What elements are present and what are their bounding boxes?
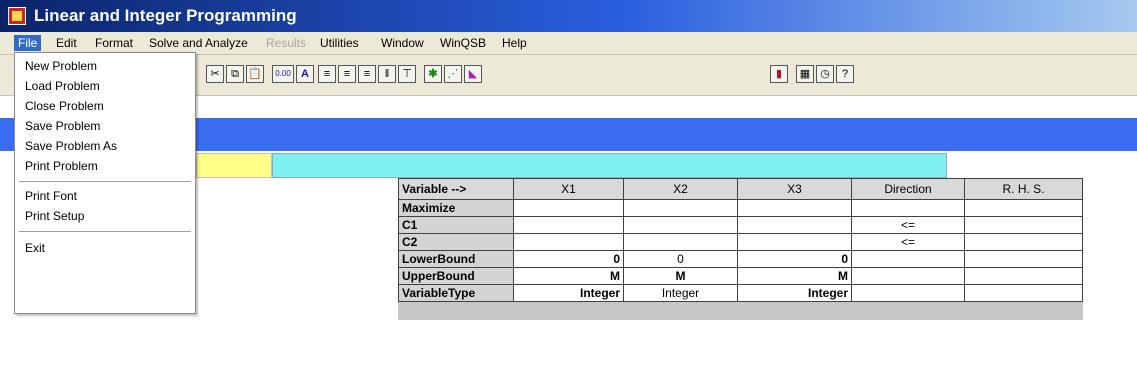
grid-cell[interactable]: Integer [623, 284, 738, 302]
grid-cell[interactable]: M [623, 267, 738, 285]
title-bar: Linear and Integer Programming [0, 0, 1137, 32]
grid-filler [398, 301, 1083, 320]
column-header-direction[interactable]: Direction [851, 178, 965, 200]
row-label-variabletype: VariableType [398, 284, 514, 302]
column-header-x3[interactable]: X3 [737, 178, 852, 200]
align-center-icon[interactable]: ≡ [338, 65, 356, 83]
menu-item-print-problem[interactable]: Print Problem [25, 157, 98, 175]
file-menu-dropdown: New Problem Load Problem Close Problem S… [14, 52, 196, 314]
menu-results[interactable]: Results [262, 35, 310, 51]
menu-item-save-problem-as[interactable]: Save Problem As [25, 137, 117, 155]
grid-filler-row [398, 301, 1083, 320]
table-row: UpperBound M M M [398, 267, 1083, 285]
grid-cell[interactable]: <= [851, 216, 965, 234]
grid-cell[interactable] [623, 216, 738, 234]
variable-header: Variable --> [398, 178, 514, 200]
grid-cell[interactable] [737, 216, 852, 234]
grid-cell[interactable] [964, 267, 1083, 285]
grid-cell[interactable] [851, 284, 965, 302]
calculator-icon[interactable]: ▦ [796, 65, 814, 83]
grid-cell[interactable]: Integer [513, 284, 624, 302]
menu-edit[interactable]: Edit [52, 35, 81, 51]
menu-item-close-problem[interactable]: Close Problem [25, 97, 104, 115]
grid-cell[interactable] [513, 216, 624, 234]
chart-icon[interactable]: ◣ [464, 65, 482, 83]
menu-separator [19, 181, 191, 182]
grid-cell[interactable] [737, 199, 852, 217]
grid-cell[interactable] [964, 199, 1083, 217]
grid-cell[interactable] [513, 199, 624, 217]
menu-winqsb[interactable]: WinQSB [436, 35, 490, 51]
grid-cell[interactable] [964, 250, 1083, 268]
menu-solve-and-analyze[interactable]: Solve and Analyze [145, 35, 252, 51]
grid-cell[interactable] [513, 233, 624, 251]
graph-icon[interactable]: ⋰ [444, 65, 462, 83]
grid-cell[interactable] [851, 199, 965, 217]
column-width-icon[interactable]: ‖ [378, 65, 396, 83]
solve-icon[interactable]: ✱ [424, 65, 442, 83]
menu-item-load-problem[interactable]: Load Problem [25, 77, 100, 95]
cut-icon[interactable]: ✂ [206, 65, 224, 83]
grid-cell[interactable]: M [513, 267, 624, 285]
align-left-icon[interactable]: ≡ [318, 65, 336, 83]
table-row: C1 <= [398, 216, 1083, 234]
column-header-x2[interactable]: X2 [623, 178, 738, 200]
menu-file[interactable]: File [14, 35, 42, 51]
grid-cell[interactable] [964, 233, 1083, 251]
cell-entry-field[interactable] [272, 153, 947, 178]
row-label-lowerbound: LowerBound [398, 250, 514, 268]
grid-cell[interactable] [737, 233, 852, 251]
column-header-rhs[interactable]: R. H. S. [964, 178, 1083, 200]
grid-cell[interactable] [623, 233, 738, 251]
grid-cell[interactable] [964, 216, 1083, 234]
align-right-icon[interactable]: ≡ [358, 65, 376, 83]
help-icon[interactable]: ? [836, 65, 854, 83]
app-icon[interactable] [8, 7, 26, 25]
row-label-c2: C2 [398, 233, 514, 251]
menu-item-print-font[interactable]: Print Font [25, 187, 77, 205]
paste-icon[interactable]: 📋 [246, 65, 264, 83]
grid-cell[interactable]: <= [851, 233, 965, 251]
table-row: LowerBound 0 0 0 [398, 250, 1083, 268]
clock-icon[interactable]: ◷ [816, 65, 834, 83]
copy-icon[interactable]: ⧉ [226, 65, 244, 83]
grid-cell[interactable] [851, 267, 965, 285]
grid-cell[interactable]: 0 [737, 250, 852, 268]
table-row: VariableType Integer Integer Integer [398, 284, 1083, 302]
menu-help[interactable]: Help [498, 35, 531, 51]
grid-cell[interactable]: 0 [513, 250, 624, 268]
grid-cell[interactable] [964, 284, 1083, 302]
window-title: Linear and Integer Programming [34, 6, 297, 25]
grid-cell[interactable]: M [737, 267, 852, 285]
menu-item-exit[interactable]: Exit [25, 239, 45, 257]
row-label-upperbound: UpperBound [398, 267, 514, 285]
menu-window[interactable]: Window [377, 35, 428, 51]
menu-utilities[interactable]: Utilities [316, 35, 363, 51]
column-header-x1[interactable]: X1 [513, 178, 624, 200]
grid-cell[interactable] [623, 199, 738, 217]
menu-item-print-setup[interactable]: Print Setup [25, 207, 84, 225]
font-icon[interactable]: A [296, 65, 314, 83]
model-grid: Variable --> X1 X2 X3 Direction R. H. S.… [398, 178, 1083, 320]
table-row: Maximize [398, 199, 1083, 217]
row-label-maximize: Maximize [398, 199, 514, 217]
menu-item-save-problem[interactable]: Save Problem [25, 117, 100, 135]
menu-separator [19, 231, 191, 232]
number-format-icon[interactable]: 0.00 [272, 65, 294, 83]
menu-item-new-problem[interactable]: New Problem [25, 57, 97, 75]
cell-address-box[interactable] [196, 153, 272, 178]
menu-format[interactable]: Format [91, 35, 137, 51]
grid-cell[interactable] [851, 250, 965, 268]
row-label-c1: C1 [398, 216, 514, 234]
table-row: C2 <= [398, 233, 1083, 251]
row-height-icon[interactable]: ⊤ [398, 65, 416, 83]
bar-chart-icon[interactable]: ▮ [770, 65, 788, 83]
grid-cell[interactable]: Integer [737, 284, 852, 302]
grid-header-row: Variable --> X1 X2 X3 Direction R. H. S. [398, 178, 1083, 200]
grid-cell[interactable]: 0 [623, 250, 738, 268]
